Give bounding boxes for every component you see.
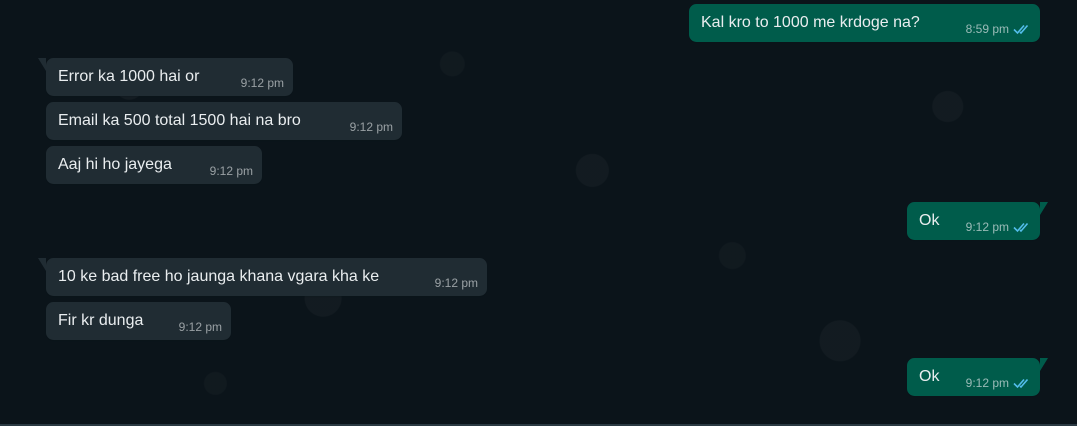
bubble-tail	[1040, 358, 1048, 371]
message-outgoing[interactable]: Ok 9:12 pm	[907, 358, 1048, 396]
double-check-icon	[1013, 222, 1029, 233]
message-time: 9:12 pm	[240, 76, 284, 90]
message-time: 9:12 pm	[209, 164, 253, 178]
message-time: 8:59 pm	[965, 22, 1009, 36]
message-time: 9:12 pm	[965, 220, 1009, 234]
message-incoming[interactable]: Fir kr dunga 9:12 pm	[46, 302, 231, 340]
message-meta: 9:12 pm	[966, 376, 1031, 390]
message-text: 10 ke bad free ho jaunga khana vgara kha…	[58, 268, 380, 285]
message-text: Error ka 1000 hai or	[58, 68, 200, 85]
message-meta: 9:12 pm	[435, 276, 478, 290]
message-text: Email ka 500 total 1500 hai na bro	[58, 112, 301, 129]
message-meta: 9:12 pm	[966, 220, 1031, 234]
message-meta: 9:12 pm	[210, 164, 253, 178]
message-text: Aaj hi ho jayega	[58, 156, 172, 173]
message-outgoing[interactable]: Ok 9:12 pm	[907, 202, 1048, 240]
message-text: Fir kr dunga	[58, 312, 144, 329]
message-text: Ok	[919, 212, 940, 229]
message-time: 9:12 pm	[434, 276, 478, 290]
double-check-icon	[1013, 24, 1029, 35]
message-incoming[interactable]: Email ka 500 total 1500 hai na bro 9:12 …	[46, 102, 402, 140]
message-outgoing[interactable]: Kal kro to 1000 me krdoge na? 8:59 pm	[689, 4, 1040, 42]
message-text: Ok	[919, 368, 940, 385]
message-incoming[interactable]: Error ka 1000 hai or 9:12 pm	[38, 58, 293, 96]
message-time: 9:12 pm	[178, 320, 222, 334]
message-incoming[interactable]: Aaj hi ho jayega 9:12 pm	[46, 146, 262, 184]
bubble-tail	[1040, 202, 1048, 215]
message-text: Kal kro to 1000 me krdoge na?	[701, 14, 920, 31]
message-time: 9:12 pm	[349, 120, 393, 134]
message-incoming[interactable]: 10 ke bad free ho jaunga khana vgara kha…	[38, 258, 487, 296]
message-meta: 9:12 pm	[179, 320, 222, 334]
bubble-tail	[38, 58, 46, 71]
bubble-tail	[38, 258, 46, 271]
message-time: 9:12 pm	[965, 376, 1009, 390]
double-check-icon	[1013, 378, 1029, 389]
message-meta: 9:12 pm	[350, 120, 393, 134]
message-meta: 8:59 pm	[966, 22, 1031, 36]
message-meta: 9:12 pm	[241, 76, 284, 90]
chat-pane: Kal kro to 1000 me krdoge na? 8:59 pm Er…	[0, 0, 1077, 426]
